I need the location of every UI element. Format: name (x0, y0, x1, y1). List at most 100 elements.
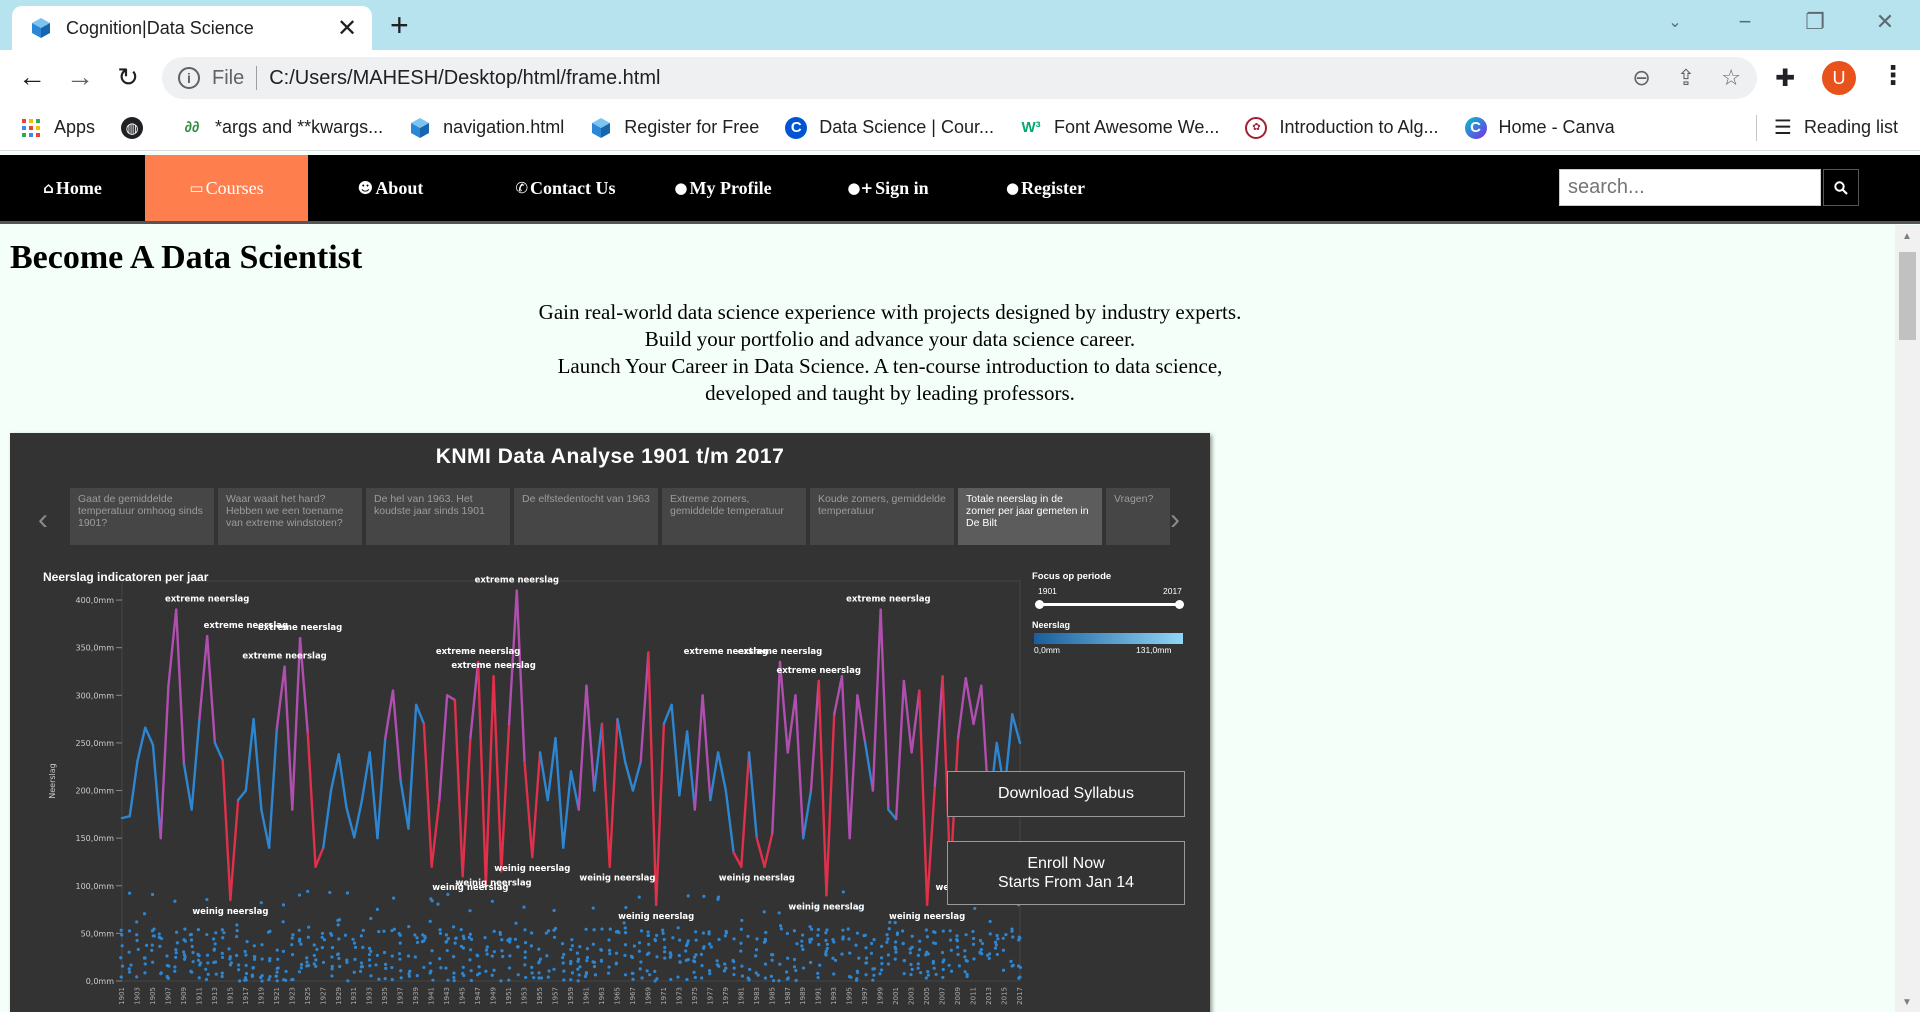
minimize-button[interactable]: − (1710, 9, 1780, 35)
url-divider (256, 66, 258, 90)
daily-dot (864, 973, 868, 977)
story-tab[interactable]: De hel van 1963. Het koudste jaar sinds … (366, 488, 510, 545)
daily-dot (880, 944, 884, 948)
extensions-icon[interactable]: ✚ (1775, 64, 1795, 93)
story-tab[interactable]: Koude zomers, gemiddelde temperatuur (810, 488, 954, 545)
scrollbar-thumb[interactable] (1899, 252, 1916, 340)
browser-toolbar: ← → ↻ i File C:/Users/MAHESH/Desktop/htm… (0, 50, 1920, 105)
bookmark-algorithms[interactable]: ✿ Introduction to Alg... (1245, 116, 1439, 139)
focus-start-year: 1901 (1038, 586, 1057, 596)
bookmark-apps[interactable]: Apps (20, 117, 95, 139)
daily-dot (330, 933, 334, 937)
carousel-next-arrow[interactable]: › (1170, 503, 1180, 537)
daily-dot (949, 969, 954, 973)
share-icon[interactable]: ⇪ (1677, 65, 1695, 91)
annotation-label: weinig neerslag (192, 907, 268, 917)
daily-dot (794, 978, 798, 983)
daily-dot (825, 946, 829, 951)
daily-dot (467, 935, 471, 940)
bookmark-args-kwargs[interactable]: ∂∂ *args and **kwargs... (181, 117, 384, 139)
story-tab[interactable]: Vragen? (1106, 488, 1170, 545)
close-window-button[interactable]: ✕ (1850, 9, 1920, 35)
search-input[interactable] (1559, 169, 1821, 206)
info-icon[interactable]: i (178, 67, 200, 89)
scroll-up-arrow[interactable]: ▲ (1902, 231, 1912, 242)
daily-dot (924, 953, 928, 957)
daily-dot (407, 925, 411, 929)
enroll-now-button[interactable]: Enroll Now Starts From Jan 14 (947, 841, 1185, 905)
annotation-label: extreme neerslag (242, 652, 326, 662)
nav-my-profile[interactable]: ● My Profile (658, 155, 788, 221)
profile-avatar[interactable]: U (1822, 61, 1856, 95)
nav-register[interactable]: ● Register (968, 155, 1123, 221)
daily-dot (694, 930, 698, 934)
period-slider[interactable] (1035, 600, 1184, 609)
daily-dot (824, 931, 828, 935)
story-tab-selected[interactable]: Totale neerslag in de zomer per jaar gem… (958, 488, 1102, 545)
daily-dot (320, 935, 324, 939)
story-tab[interactable]: Waar waait het hard? Hebben we een toena… (218, 488, 362, 545)
nav-courses[interactable]: ▭ Courses (145, 155, 308, 221)
x-tick-label: 1977 (706, 987, 714, 1005)
daily-dot (686, 894, 690, 898)
reading-list-icon: ☰ (1774, 117, 1792, 139)
bookmark-font-awesome[interactable]: W³ Font Awesome We... (1020, 117, 1219, 139)
address-bar[interactable]: i File C:/Users/MAHESH/Desktop/html/fram… (162, 57, 1757, 99)
slider-end-handle[interactable] (1175, 600, 1184, 609)
daily-dot (895, 932, 899, 937)
story-tab[interactable]: Gaat de gemiddelde temperatuur omhoog si… (70, 488, 214, 545)
scroll-down-arrow[interactable]: ▼ (1902, 997, 1912, 1008)
daily-dot (707, 969, 712, 973)
slider-start-handle[interactable] (1035, 600, 1044, 609)
nav-about[interactable]: ☻ About (308, 155, 473, 221)
bookmark-globe[interactable]: ◍ (121, 116, 155, 139)
daily-dot (398, 957, 402, 961)
carousel-prev-arrow[interactable]: ‹ (38, 503, 48, 537)
story-tab[interactable]: De elfstedentocht van 1963 (514, 488, 658, 545)
nav-sign-in[interactable]: ●+ Sign in (808, 155, 968, 221)
story-tab[interactable]: Extreme zomers, gemiddelde temperatuur (662, 488, 806, 545)
back-button[interactable]: ← (14, 60, 50, 94)
bookmark-navigation[interactable]: navigation.html (409, 117, 564, 139)
reload-button[interactable]: ↻ (110, 60, 146, 94)
daily-dot (485, 945, 489, 949)
restore-button[interactable]: ❐ (1780, 9, 1850, 35)
user-plus-icon: ●+ (847, 179, 874, 197)
y-axis-title: Neerslag (48, 763, 57, 799)
search-button[interactable] (1823, 169, 1859, 206)
menu-kebab-icon[interactable]: ⋮ (1880, 60, 1906, 91)
daily-dot (1010, 927, 1014, 931)
daily-dot (591, 960, 595, 964)
series-line-segment (894, 679, 906, 821)
series-line-segment (863, 741, 875, 792)
daily-dot (337, 956, 341, 961)
daily-dot (763, 976, 768, 980)
daily-dot (731, 958, 735, 963)
browser-tab[interactable]: Cognition|Data Science ✕ (12, 6, 372, 50)
reading-list-button[interactable]: ☰ Reading list (1774, 115, 1898, 140)
tab-search-icon[interactable]: ⌄ (1640, 12, 1710, 32)
zoom-icon[interactable]: ⊖ (1632, 65, 1650, 91)
new-tab-button[interactable]: + (390, 9, 409, 41)
bookmark-register[interactable]: Register for Free (590, 117, 759, 139)
series-line-segment (771, 660, 782, 835)
annotation-label: weinig neerslag (788, 902, 864, 912)
daily-dot (345, 960, 349, 964)
daily-dot (993, 940, 998, 944)
daily-dot (290, 943, 294, 947)
url-text[interactable]: C:/Users/MAHESH/Desktop/html/frame.html (269, 67, 1632, 90)
daily-dot (916, 953, 921, 958)
bookmark-canva[interactable]: C Home - Canva (1464, 116, 1615, 139)
daily-dot (754, 971, 758, 975)
daily-dot (297, 939, 302, 943)
star-bookmark-icon[interactable]: ☆ (1721, 65, 1741, 91)
series-line-segment (244, 717, 255, 792)
close-tab-icon[interactable]: ✕ (334, 14, 360, 43)
nav-contact[interactable]: ✆ Contact Us (473, 155, 658, 221)
nav-home[interactable]: ⌂ Home (0, 155, 145, 221)
page-scrollbar[interactable]: ▲ ▼ (1895, 225, 1920, 1012)
daily-dot (794, 968, 798, 973)
bookmark-coursera[interactable]: C Data Science | Cour... (785, 116, 994, 139)
forward-button[interactable]: → (62, 60, 98, 94)
download-syllabus-button[interactable]: Download Syllabus (947, 771, 1185, 817)
